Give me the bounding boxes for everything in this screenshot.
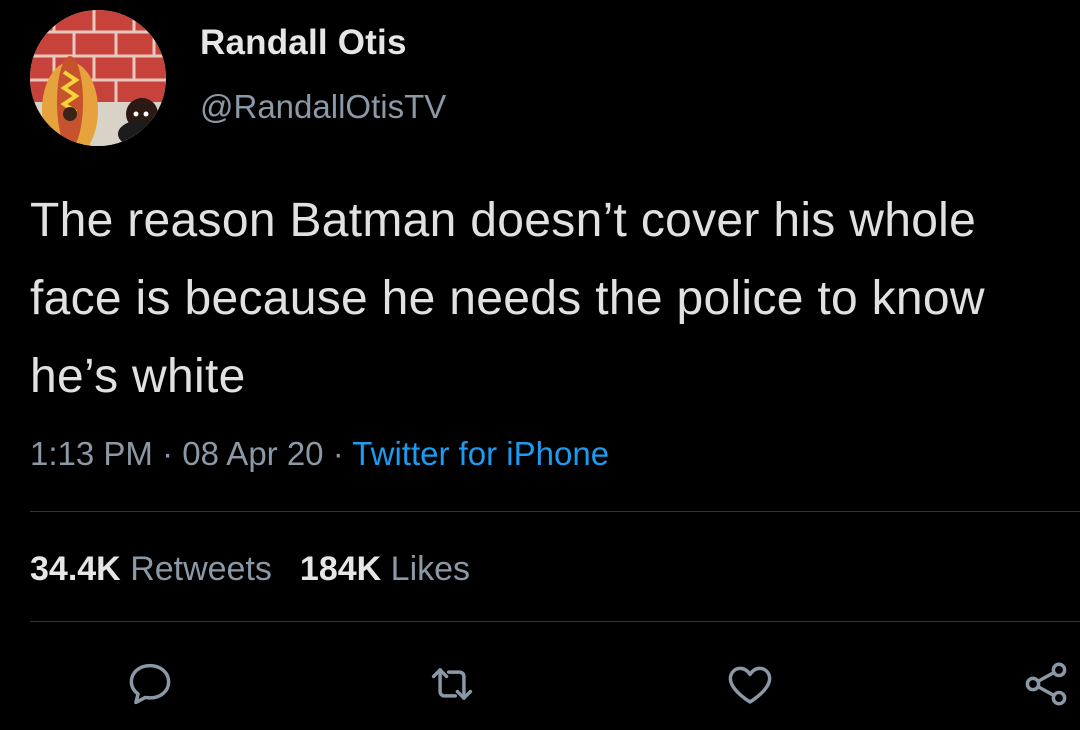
tweet-time: 1:13 PM bbox=[30, 435, 153, 472]
reply-button[interactable] bbox=[122, 656, 178, 712]
retweet-icon bbox=[431, 668, 473, 700]
tweet-card: Randall Otis @RandallOtisTV The reason B… bbox=[0, 0, 1080, 730]
likes-count: 184K bbox=[299, 550, 382, 588]
retweets-count: 34.4K bbox=[30, 550, 121, 588]
meta-separator: · bbox=[162, 435, 174, 472]
divider bbox=[30, 511, 1080, 512]
tweet-date: 08 Apr 20 bbox=[182, 435, 324, 472]
like-button[interactable] bbox=[722, 656, 778, 712]
tweet-header: Randall Otis @RandallOtisTV bbox=[30, 10, 446, 146]
tweet-text: The reason Batman doesn’t cover his whol… bbox=[30, 194, 985, 403]
retweets-stat[interactable]: 34.4K Retweets bbox=[30, 550, 272, 588]
heart-icon bbox=[728, 666, 772, 704]
retweet-button[interactable] bbox=[424, 656, 480, 712]
share-button[interactable] bbox=[1018, 656, 1074, 712]
reply-icon bbox=[129, 663, 171, 705]
tweet-source-link[interactable]: Twitter for iPhone bbox=[352, 435, 609, 472]
author-handle[interactable]: @RandallOtisTV bbox=[200, 85, 446, 129]
avatar[interactable] bbox=[30, 10, 166, 146]
meta-separator: · bbox=[332, 435, 344, 472]
likes-stat[interactable]: 184K Likes bbox=[300, 550, 470, 588]
avatar-image bbox=[30, 10, 166, 146]
divider bbox=[30, 621, 1080, 622]
tweet-meta: 1:13 PM · 08 Apr 20 · Twitter for iPhone bbox=[30, 432, 609, 476]
tweet-stats: 34.4K Retweets 184K Likes bbox=[30, 547, 470, 591]
share-icon bbox=[1025, 662, 1067, 706]
likes-label: Likes bbox=[390, 550, 471, 588]
action-bar bbox=[0, 656, 1080, 712]
retweets-label: Retweets bbox=[130, 550, 272, 588]
author-display-name[interactable]: Randall Otis bbox=[200, 21, 446, 65]
author-names: Randall Otis @RandallOtisTV bbox=[200, 21, 446, 129]
